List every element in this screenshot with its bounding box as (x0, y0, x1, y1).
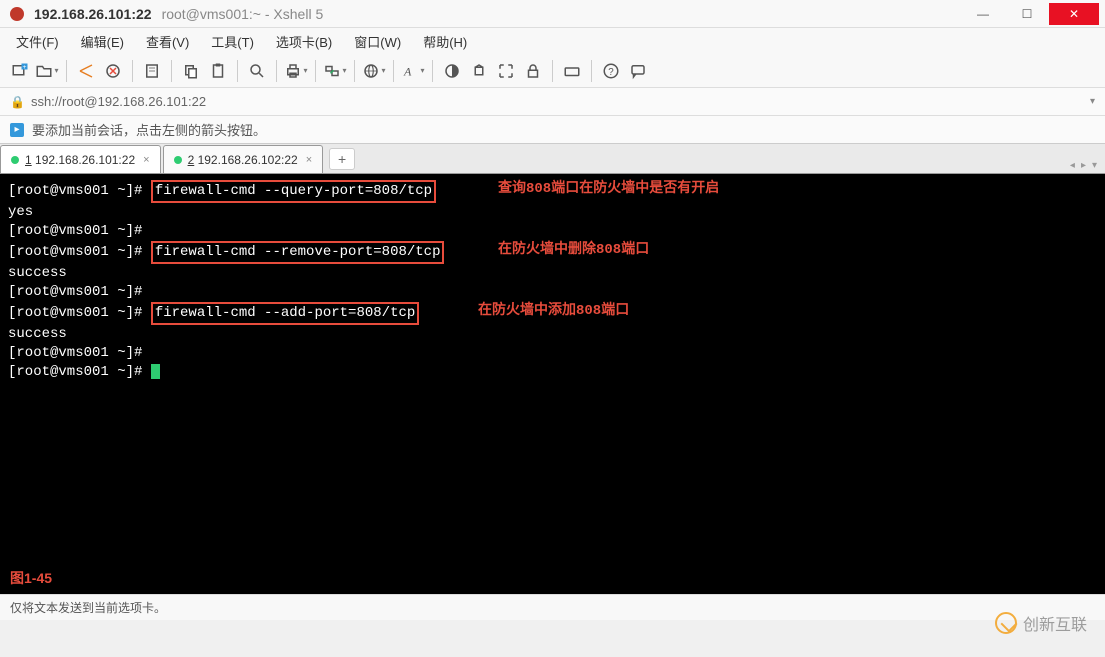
prompt: [root@vms001 ~]# (8, 345, 151, 361)
command-3: firewall-cmd --add-port=808/tcp (151, 302, 419, 325)
help-icon[interactable]: ? (599, 59, 623, 83)
transfer-icon[interactable]: ▾ (323, 59, 347, 83)
highlight-icon[interactable] (467, 59, 491, 83)
menu-file[interactable]: 文件(F) (8, 30, 67, 53)
menu-window[interactable]: 窗口(W) (346, 30, 409, 53)
info-text: 要添加当前会话，点击左侧的箭头按钮。 (32, 120, 266, 139)
status-bar: 仅将文本发送到当前选项卡。 (0, 594, 1105, 620)
menu-tabs[interactable]: 选项卡(B) (268, 30, 340, 53)
font-icon[interactable]: A▾ (401, 59, 425, 83)
new-session-icon[interactable]: + (8, 59, 32, 83)
copy-icon[interactable] (179, 59, 203, 83)
ssh-lock-icon: 🔒 (10, 95, 25, 109)
svg-text:?: ? (608, 66, 614, 77)
prompt: [root@vms001 ~]# (8, 183, 151, 199)
svg-text:+: + (23, 63, 27, 70)
tab-1[interactable]: 1 192.168.26.101:22 × (0, 145, 161, 173)
watermark-text: 创新互联 (1023, 611, 1087, 635)
output-3: success (8, 325, 1097, 344)
app-icon (10, 7, 24, 21)
menu-help[interactable]: 帮助(H) (415, 30, 475, 53)
menu-view[interactable]: 查看(V) (138, 30, 197, 53)
tab-2-label: 2 192.168.26.102:22 (188, 153, 298, 167)
title-ip: 192.168.26.101:22 (34, 6, 152, 22)
watermark-logo-icon (995, 612, 1017, 634)
open-session-icon[interactable]: ▾ (35, 59, 59, 83)
tab-1-label: 1 192.168.26.101:22 (25, 153, 135, 167)
command-1: firewall-cmd --query-port=808/tcp (151, 180, 436, 203)
color-scheme-icon[interactable] (440, 59, 464, 83)
status-text: 仅将文本发送到当前选项卡。 (10, 599, 166, 616)
title-session: root@vms001:~ - Xshell 5 (162, 6, 324, 22)
annotation-2: 在防火墙中删除808端口 (498, 241, 649, 260)
paste-icon[interactable] (206, 59, 230, 83)
tab-2-close-icon[interactable]: × (306, 154, 312, 166)
tab-1-close-icon[interactable]: × (143, 154, 149, 166)
prompt: [root@vms001 ~]# (8, 244, 151, 260)
encoding-icon[interactable]: ▾ (362, 59, 386, 83)
terminal[interactable]: [root@vms001 ~]# firewall-cmd --query-po… (0, 174, 1105, 594)
tab-status-dot-icon (174, 156, 182, 164)
menu-edit[interactable]: 编辑(E) (73, 30, 132, 53)
maximize-button[interactable]: ☐ (1005, 3, 1049, 25)
prompt: [root@vms001 ~]# (8, 364, 151, 380)
menu-bar: 文件(F) 编辑(E) 查看(V) 工具(T) 选项卡(B) 窗口(W) 帮助(… (0, 28, 1105, 54)
cursor (151, 364, 160, 379)
tab-status-dot-icon (11, 156, 19, 164)
minimize-button[interactable]: — (961, 3, 1005, 25)
prompt: [root@vms001 ~]# (8, 284, 151, 300)
annotation-3: 在防火墙中添加808端口 (478, 302, 629, 321)
menu-tools[interactable]: 工具(T) (203, 30, 262, 53)
search-icon[interactable] (245, 59, 269, 83)
chat-icon[interactable] (626, 59, 650, 83)
tab-2[interactable]: 2 192.168.26.102:22 × (163, 145, 324, 173)
tab-bar: 1 192.168.26.101:22 × 2 192.168.26.102:2… (0, 144, 1105, 174)
address-url[interactable]: ssh://root@192.168.26.101:22 (31, 94, 1090, 109)
output-2: success (8, 264, 1097, 283)
prompt: [root@vms001 ~]# (8, 223, 151, 239)
tab-prev-icon[interactable]: ◂ (1068, 158, 1077, 173)
connect-icon[interactable] (74, 59, 98, 83)
info-arrow-icon[interactable]: ▸ (10, 123, 24, 137)
output-1: yes (8, 203, 1097, 222)
watermark: 创新互联 (995, 611, 1087, 635)
close-button[interactable]: ✕ (1049, 3, 1099, 25)
address-dropdown-icon[interactable]: ▾ (1090, 96, 1095, 107)
title-bar: 192.168.26.101:22 root@vms001:~ - Xshell… (0, 0, 1105, 28)
annotation-1: 查询808端口在防火墙中是否有开启 (498, 180, 719, 199)
toolbar: + ▾ ▾ ▾ ▾ A▾ ? (0, 54, 1105, 88)
prompt: [root@vms001 ~]# (8, 305, 151, 321)
properties-icon[interactable] (140, 59, 164, 83)
command-2: firewall-cmd --remove-port=808/tcp (151, 241, 445, 264)
print-icon[interactable]: ▾ (284, 59, 308, 83)
keyboard-icon[interactable] (560, 59, 584, 83)
address-bar: 🔒 ssh://root@192.168.26.101:22 ▾ (0, 88, 1105, 116)
svg-text:A: A (403, 64, 412, 78)
disconnect-icon[interactable] (101, 59, 125, 83)
figure-label: 图1-45 (10, 569, 52, 588)
tab-menu-icon[interactable]: ▾ (1090, 158, 1099, 173)
tab-add-button[interactable]: + (329, 148, 355, 170)
fullscreen-icon[interactable] (494, 59, 518, 83)
info-bar: ▸ 要添加当前会话，点击左侧的箭头按钮。 (0, 116, 1105, 144)
tab-next-icon[interactable]: ▸ (1079, 158, 1088, 173)
lock-icon[interactable] (521, 59, 545, 83)
